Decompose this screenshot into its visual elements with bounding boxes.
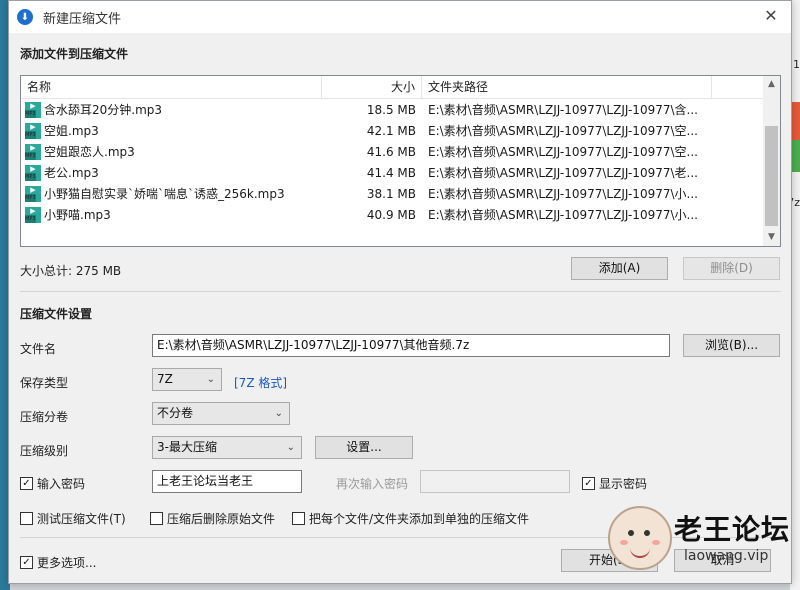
file-row[interactable]: ▶ MP3 空姐跟恋人.mp3 41.6 MB E:\素材\音频\ASMR\LZJJ… xyxy=(21,141,780,162)
password-checkbox[interactable]: ✓ 输入密码 xyxy=(20,475,85,492)
file-size: 41.6 MB xyxy=(366,144,416,159)
total-size-label: 大小总计: 275 MB xyxy=(20,264,122,278)
filename-input[interactable]: E:\素材\音频\ASMR\LZJJ-10977\LZJJ-10977\其他音频… xyxy=(152,334,670,357)
file-path: E:\素材\音频\ASMR\LZJJ-10977\LZJJ-10977\小... xyxy=(428,208,698,222)
file-row[interactable]: ▶ MP3 小野喵.mp3 40.9 MB E:\素材\音频\ASMR\LZJJ-1… xyxy=(21,204,780,225)
compression-level-label: 压缩级别 xyxy=(20,444,69,458)
mp3-file-icon: ▶ MP3 xyxy=(25,143,41,160)
file-path: E:\素材\音频\ASMR\LZJJ-10977\LZJJ-10977\空... xyxy=(428,145,698,159)
filename-label: 文件名 xyxy=(20,342,57,356)
compression-level-value: 3-最大压缩 xyxy=(157,440,217,454)
split-volume-label: 压缩分卷 xyxy=(20,410,69,424)
file-size: 40.9 MB xyxy=(366,207,416,222)
app-logo-icon: ⬇ xyxy=(17,9,33,25)
file-name: 小野喵.mp3 xyxy=(44,208,111,222)
checkbox-unchecked-icon xyxy=(150,512,163,525)
split-volume-value: 不分卷 xyxy=(157,406,194,420)
show-password-checkbox[interactable]: ✓ 显示密码 xyxy=(582,475,647,492)
mp3-file-icon: ▶ MP3 xyxy=(25,185,41,202)
file-path: E:\素材\音频\ASMR\LZJJ-10977\LZJJ-10977\含... xyxy=(428,103,698,117)
settings-section-title: 压缩文件设置 xyxy=(20,307,93,321)
mp3-file-icon: ▶ MP3 xyxy=(25,101,41,118)
old-man-face-icon xyxy=(608,506,672,570)
file-path: E:\素材\音频\ASMR\LZJJ-10977\LZJJ-10977\老... xyxy=(428,166,698,180)
checkbox-unchecked-icon xyxy=(292,512,305,525)
window-title: 新建压缩文件 xyxy=(43,11,122,27)
file-list-header: 名称 大小 文件夹路径 xyxy=(21,76,780,99)
reenter-password-label: 再次输入密码 xyxy=(336,477,409,491)
file-path: E:\素材\音频\ASMR\LZJJ-10977\LZJJ-10977\空... xyxy=(428,124,698,138)
files-section-title: 添加文件到压缩文件 xyxy=(20,47,129,61)
background-text: 1 xyxy=(793,58,800,71)
checkbox-checked-icon: ✓ xyxy=(582,477,595,490)
test-archive-checkbox[interactable]: 测试压缩文件(T) xyxy=(20,510,126,527)
file-name: 小野猫自慰实录`娇喘`喘息`诱惑_256k.mp3 xyxy=(44,187,285,201)
file-name: 老公.mp3 xyxy=(44,166,99,180)
scroll-down-icon[interactable]: ▼ xyxy=(763,229,780,246)
test-archive-label: 测试压缩文件(T) xyxy=(37,512,126,526)
save-type-value: 7Z xyxy=(157,372,173,386)
watermark: 老王论坛 laowang.vip xyxy=(600,500,790,580)
show-password-label: 显示密码 xyxy=(599,477,648,491)
file-list[interactable]: 名称 大小 文件夹路径 ▶ MP3 含水舔耳20分钟.mp3 18.5 MB E:\… xyxy=(20,75,781,247)
column-header-size[interactable]: 大小 xyxy=(322,76,422,98)
mp3-file-icon: ▶ MP3 xyxy=(25,164,41,181)
file-size: 38.1 MB xyxy=(366,186,416,201)
file-size: 42.1 MB xyxy=(366,123,416,138)
file-name: 空姐.mp3 xyxy=(44,124,99,138)
watermark-title: 老王论坛 xyxy=(674,513,791,546)
save-type-select[interactable]: 7Z ⌄ xyxy=(152,368,222,391)
file-size: 41.4 MB xyxy=(366,165,416,180)
checkbox-checked-icon: ✓ xyxy=(20,477,33,490)
compression-level-select[interactable]: 3-最大压缩 ⌄ xyxy=(152,436,302,459)
divider xyxy=(20,291,781,292)
file-row[interactable]: ▶ MP3 老公.mp3 41.4 MB E:\素材\音频\ASMR\LZJJ-10… xyxy=(21,162,780,183)
file-row[interactable]: ▶ MP3 小野猫自慰实录`娇喘`喘息`诱惑_256k.mp3 38.1 MB E:… xyxy=(21,183,780,204)
browse-button[interactable]: 浏览(B)... xyxy=(683,334,780,357)
password-checkbox-label: 输入密码 xyxy=(37,477,86,491)
chevron-down-icon: ⌄ xyxy=(274,408,283,419)
watermark-url: laowang.vip xyxy=(684,548,769,564)
file-row[interactable]: ▶ MP3 含水舔耳20分钟.mp3 18.5 MB E:\素材\音频\ASMR\L… xyxy=(21,99,780,120)
delete-after-checkbox[interactable]: 压缩后删除原始文件 xyxy=(150,510,275,527)
format-link[interactable]: [7Z 格式] xyxy=(234,374,287,391)
scroll-thumb[interactable] xyxy=(765,126,778,226)
close-icon[interactable]: ✕ xyxy=(763,8,779,24)
column-header-path[interactable]: 文件夹路径 xyxy=(422,76,712,98)
title-bar: ⬇ 新建压缩文件 ✕ xyxy=(9,1,791,33)
chevron-down-icon: ⌄ xyxy=(286,442,295,453)
reenter-password-input[interactable] xyxy=(420,470,570,493)
file-name: 空姐跟恋人.mp3 xyxy=(44,145,135,159)
save-type-label: 保存类型 xyxy=(20,376,69,390)
column-header-name[interactable]: 名称 xyxy=(21,76,322,98)
file-path: E:\素材\音频\ASMR\LZJJ-10977\LZJJ-10977\小... xyxy=(428,187,698,201)
mp3-file-icon: ▶ MP3 xyxy=(25,122,41,139)
file-row[interactable]: ▶ MP3 空姐.mp3 42.1 MB E:\素材\音频\ASMR\LZJJ-10… xyxy=(21,120,780,141)
password-input[interactable]: 上老王论坛当老王 xyxy=(152,470,302,493)
checkbox-unchecked-icon xyxy=(20,512,33,525)
mp3-file-icon: ▶ MP3 xyxy=(25,206,41,223)
more-options-checkbox[interactable]: ✓ 更多选项... xyxy=(20,554,96,571)
file-list-scrollbar[interactable]: ▲ ▼ xyxy=(763,76,780,246)
separate-archives-checkbox[interactable]: 把每个文件/文件夹添加到单独的压缩文件 xyxy=(292,510,529,527)
create-archive-dialog: ⬇ 新建压缩文件 ✕ 添加文件到压缩文件 名称 大小 文件夹路径 ▶ MP3 含水舔… xyxy=(8,0,792,584)
chevron-down-icon: ⌄ xyxy=(206,374,215,385)
checkbox-checked-icon: ✓ xyxy=(20,556,33,569)
split-volume-select[interactable]: 不分卷 ⌄ xyxy=(152,402,290,425)
more-options-label: 更多选项... xyxy=(37,556,97,570)
add-button[interactable]: 添加(A) xyxy=(571,257,668,280)
settings-button[interactable]: 设置... xyxy=(315,436,413,459)
file-size: 18.5 MB xyxy=(366,102,416,117)
delete-after-label: 压缩后删除原始文件 xyxy=(167,512,276,526)
scroll-up-icon[interactable]: ▲ xyxy=(763,76,780,93)
file-name: 含水舔耳20分钟.mp3 xyxy=(44,103,163,117)
separate-archives-label: 把每个文件/文件夹添加到单独的压缩文件 xyxy=(309,512,530,526)
delete-button[interactable]: 删除(D) xyxy=(683,257,780,280)
